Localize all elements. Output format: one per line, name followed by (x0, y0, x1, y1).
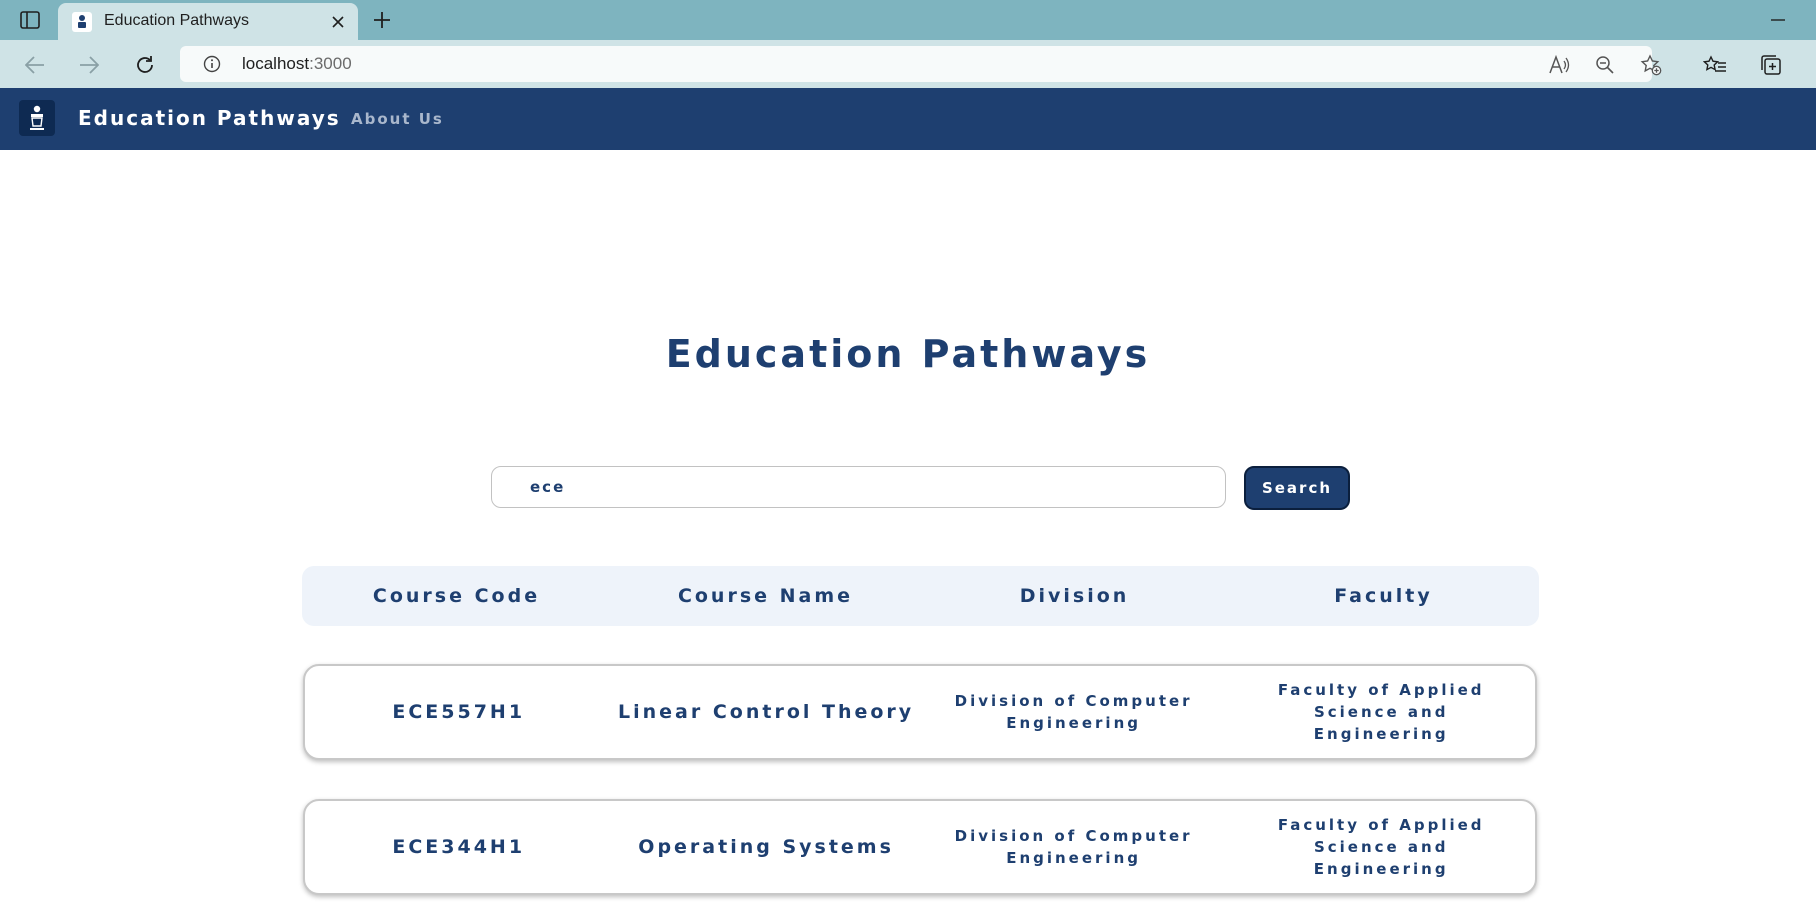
course-name: Linear Control Theory (618, 701, 915, 723)
back-arrow-icon[interactable] (20, 50, 50, 80)
forward-arrow-icon[interactable] (74, 50, 104, 80)
browser-tab-bar: Education Pathways (0, 0, 1816, 40)
address-bar[interactable]: localhost:3000 (180, 46, 1662, 82)
refresh-icon[interactable] (130, 50, 160, 80)
course-name: Operating Systems (638, 836, 894, 858)
logo-icon[interactable] (19, 100, 55, 136)
add-favorite-icon[interactable] (1638, 52, 1664, 78)
course-faculty: Faculty of Applied Science and Engineeri… (1277, 816, 1485, 878)
course-code: ECE344H1 (392, 836, 526, 858)
course-code: ECE557H1 (392, 701, 526, 723)
header-course-code: Course Code (372, 585, 541, 607)
read-aloud-icon[interactable] (1546, 52, 1572, 78)
favorites-icon[interactable] (1700, 50, 1730, 80)
collections-icon[interactable] (1756, 50, 1786, 80)
address-host: localhost (242, 54, 310, 73)
course-division: Division of Computer Engineering (954, 827, 1193, 867)
page-title: Education Pathways (665, 332, 1151, 376)
search-button[interactable]: Search (1244, 466, 1350, 510)
minimize-icon[interactable] (1764, 6, 1792, 34)
table-row[interactable]: ECE344H1 Operating Systems Division of C… (303, 799, 1537, 895)
header-course-name: Course Name (677, 585, 854, 607)
course-division: Division of Computer Engineering (954, 692, 1193, 732)
table-row[interactable]: ECE557H1 Linear Control Theory Division … (303, 664, 1537, 760)
address-port: :3000 (309, 54, 352, 73)
brand-title[interactable]: Education Pathways (78, 106, 341, 130)
zoom-out-icon[interactable] (1592, 52, 1618, 78)
browser-tab[interactable]: Education Pathways (58, 3, 358, 40)
close-icon[interactable] (326, 10, 350, 34)
about-us-link[interactable]: About Us (351, 110, 444, 128)
app-navbar: Education Pathways About Us (0, 88, 1816, 150)
tab-actions-icon[interactable] (14, 6, 46, 34)
favicon-icon (72, 12, 92, 32)
info-icon[interactable] (202, 54, 222, 74)
browser-toolbar: localhost:3000 (0, 40, 1816, 88)
address-url[interactable]: localhost:3000 (242, 54, 352, 74)
tab-title: Education Pathways (104, 12, 249, 29)
course-faculty: Faculty of Applied Science and Engineeri… (1277, 681, 1485, 743)
header-faculty: Faculty (1334, 585, 1433, 607)
search-input[interactable] (491, 466, 1226, 508)
new-tab-icon[interactable] (368, 6, 396, 34)
header-division: Division (1019, 585, 1130, 607)
table-header: Course Code Course Name Division Faculty (302, 566, 1539, 626)
